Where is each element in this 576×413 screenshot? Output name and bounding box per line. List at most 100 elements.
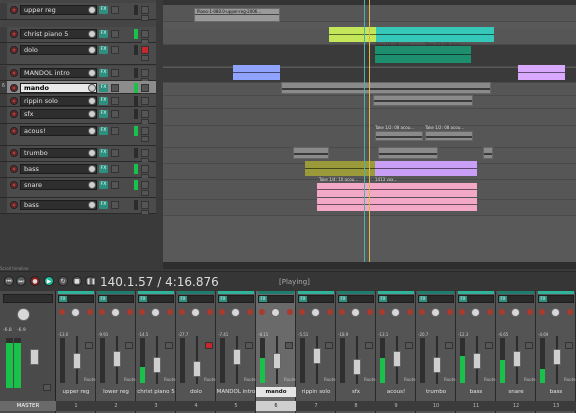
pan-knob[interactable] xyxy=(431,308,440,317)
route-label[interactable]: Route xyxy=(204,377,216,382)
pan-knob[interactable] xyxy=(111,308,120,317)
record-arm-button[interactable] xyxy=(459,309,465,315)
volume-fader[interactable] xyxy=(473,353,481,369)
volume-fader[interactable] xyxy=(313,348,321,364)
phase-button[interactable] xyxy=(327,309,333,315)
media-item-bass-purple[interactable] xyxy=(375,161,477,176)
fx-button[interactable]: FX xyxy=(499,296,507,302)
io-button[interactable] xyxy=(111,201,119,209)
play-cursor[interactable] xyxy=(369,0,370,262)
fx-button[interactable]: FX xyxy=(379,296,387,302)
media-item-upper-reg[interactable]: Piano-1-080.0-upper-reg-2006... xyxy=(194,8,280,22)
track-name[interactable]: bass xyxy=(20,164,97,174)
pan-knob[interactable] xyxy=(351,308,360,317)
volume-knob[interactable] xyxy=(88,69,96,77)
strip-name[interactable]: lower reg xyxy=(96,387,136,397)
volume-fader[interactable] xyxy=(73,353,81,369)
phase-button[interactable] xyxy=(127,309,133,315)
solo-button[interactable] xyxy=(141,15,149,21)
volume-knob[interactable] xyxy=(88,97,96,105)
pan-knob[interactable] xyxy=(151,308,160,317)
record-arm-button[interactable] xyxy=(499,309,505,315)
mute-button[interactable] xyxy=(141,149,149,157)
fx-button[interactable]: FX xyxy=(99,165,108,173)
master-pan-knob[interactable] xyxy=(17,308,30,321)
media-item-mandol-intro-1[interactable] xyxy=(233,65,280,80)
record-arm-button[interactable] xyxy=(10,69,18,77)
mute-button[interactable] xyxy=(141,6,149,14)
record-arm-button[interactable] xyxy=(219,309,225,315)
track-name[interactable]: christ piano 5 xyxy=(20,29,97,39)
io-button[interactable] xyxy=(111,6,119,14)
record-arm-button[interactable] xyxy=(99,309,105,315)
phase-button[interactable] xyxy=(487,309,493,315)
fx-button[interactable]: FX xyxy=(419,296,427,302)
record-arm-button[interactable] xyxy=(59,309,65,315)
stop-button[interactable]: ■ xyxy=(72,276,82,286)
record-arm-button[interactable] xyxy=(379,309,385,315)
track-row[interactable]: christ piano 5 FX xyxy=(0,27,163,45)
media-item-rippin-1[interactable] xyxy=(373,95,473,106)
mute-button[interactable] xyxy=(141,69,149,77)
io-button[interactable] xyxy=(111,110,119,118)
io-button[interactable] xyxy=(111,69,119,77)
fx-button[interactable]: FX xyxy=(99,30,108,38)
volume-knob[interactable] xyxy=(88,181,96,189)
play-button[interactable]: ▶ xyxy=(44,276,54,286)
record-arm-button[interactable] xyxy=(139,309,145,315)
mute-button[interactable] xyxy=(141,127,149,135)
route-label[interactable]: Route xyxy=(324,377,336,382)
volume-fader[interactable] xyxy=(193,361,201,377)
record-arm-button[interactable] xyxy=(419,309,425,315)
mute-button[interactable] xyxy=(125,342,133,349)
fx-button[interactable]: FX xyxy=(99,127,108,135)
fx-button[interactable]: FX xyxy=(219,296,227,302)
record-arm-button[interactable] xyxy=(10,110,18,118)
strip-name[interactable]: rippin solo xyxy=(296,387,336,397)
volume-knob[interactable] xyxy=(88,6,96,14)
phase-button[interactable] xyxy=(407,309,413,315)
mute-button[interactable] xyxy=(141,97,149,105)
track-row[interactable]: acous! FX xyxy=(0,124,163,146)
master-mono-button[interactable] xyxy=(43,384,51,391)
fx-button[interactable]: FX xyxy=(459,296,467,302)
volume-knob[interactable] xyxy=(88,165,96,173)
strip-name[interactable]: dolo xyxy=(176,387,216,397)
io-button[interactable] xyxy=(111,149,119,157)
strip-name[interactable]: snare xyxy=(496,387,536,397)
fx-button[interactable]: FX xyxy=(299,296,307,302)
pan-knob[interactable] xyxy=(551,308,560,317)
mute-button[interactable] xyxy=(141,46,149,54)
pan-knob[interactable] xyxy=(471,308,480,317)
fx-button[interactable]: FX xyxy=(99,149,108,157)
record-arm-button[interactable] xyxy=(179,309,185,315)
fx-button[interactable]: FX xyxy=(99,69,108,77)
route-label[interactable]: Route xyxy=(564,377,576,382)
mute-button[interactable] xyxy=(141,181,149,189)
track-name[interactable]: mando xyxy=(20,83,97,93)
mute-button[interactable] xyxy=(141,201,149,209)
route-label[interactable]: Route xyxy=(484,377,496,382)
mute-button[interactable] xyxy=(285,342,293,349)
track-name[interactable]: rippin solo xyxy=(20,96,97,106)
record-arm-button[interactable] xyxy=(10,181,18,189)
media-item-trumbo-2[interactable] xyxy=(378,147,438,159)
track-name[interactable]: MANDOL intro xyxy=(20,68,97,78)
fx-button[interactable]: FX xyxy=(179,296,187,302)
solo-button[interactable] xyxy=(141,190,149,196)
track-row[interactable]: dolo FX xyxy=(0,43,163,65)
mute-button[interactable] xyxy=(141,110,149,118)
media-item-mando[interactable] xyxy=(281,82,491,94)
track-row[interactable]: upper reg FX xyxy=(0,3,163,21)
volume-fader[interactable] xyxy=(113,351,121,367)
record-arm-button[interactable] xyxy=(10,165,18,173)
pan-knob[interactable] xyxy=(391,308,400,317)
media-item-bass-2[interactable] xyxy=(317,198,477,211)
volume-knob[interactable] xyxy=(88,46,96,54)
solo-button[interactable] xyxy=(141,55,149,61)
media-item-mandol-intro-2[interactable] xyxy=(518,65,565,80)
pause-button[interactable]: ❚❚ xyxy=(85,276,96,286)
record-button[interactable]: ● xyxy=(30,276,40,286)
master-fx-slot[interactable] xyxy=(3,294,53,303)
volume-knob[interactable] xyxy=(88,84,96,92)
